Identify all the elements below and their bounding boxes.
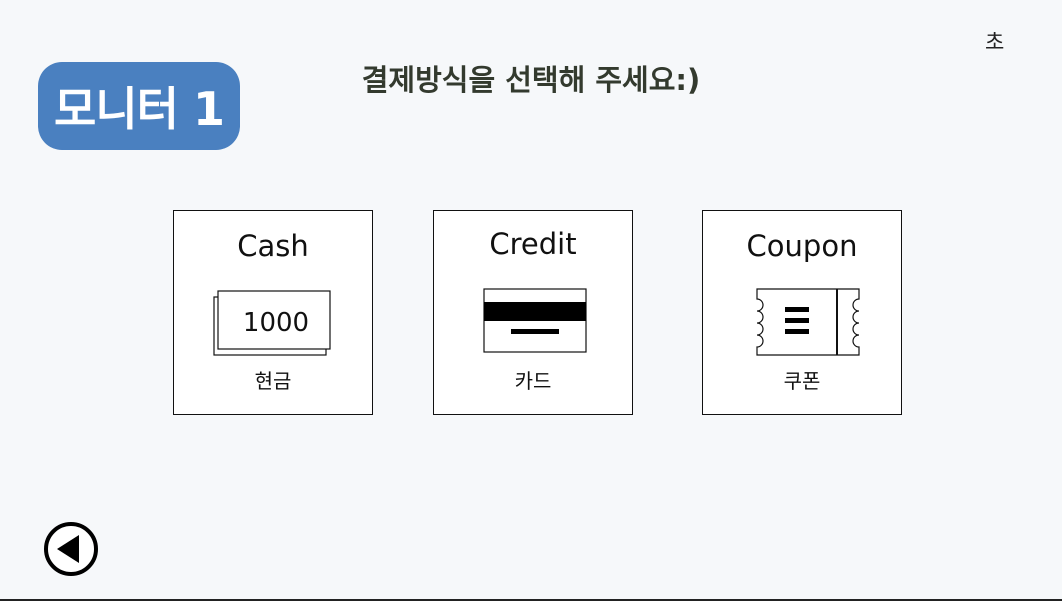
cash-title: Cash: [237, 229, 309, 263]
cash-amount-text: 1000: [243, 308, 309, 338]
coupon-icon: [756, 288, 860, 356]
coupon-payment-button[interactable]: Coupon 쿠폰: [702, 210, 902, 415]
cash-subtitle: 현금: [254, 369, 292, 393]
timer-label: 초: [985, 30, 1005, 54]
cash-icon: 1000: [213, 290, 331, 356]
monitor-label: 모니터 1: [54, 82, 225, 136]
back-arrow-icon[interactable]: [43, 521, 99, 577]
credit-card-icon: [483, 288, 587, 353]
coupon-subtitle: 쿠폰: [783, 369, 821, 393]
monitor-badge: 모니터 1: [38, 62, 240, 150]
credit-title: Credit: [489, 227, 577, 261]
coupon-title: Coupon: [746, 229, 858, 263]
credit-subtitle: 카드: [514, 369, 552, 393]
page-title: 결제방식을 선택해 주세요:): [361, 63, 701, 97]
cash-payment-button[interactable]: Cash 1000 현금: [173, 210, 373, 415]
credit-payment-button[interactable]: Credit 카드: [433, 210, 633, 415]
